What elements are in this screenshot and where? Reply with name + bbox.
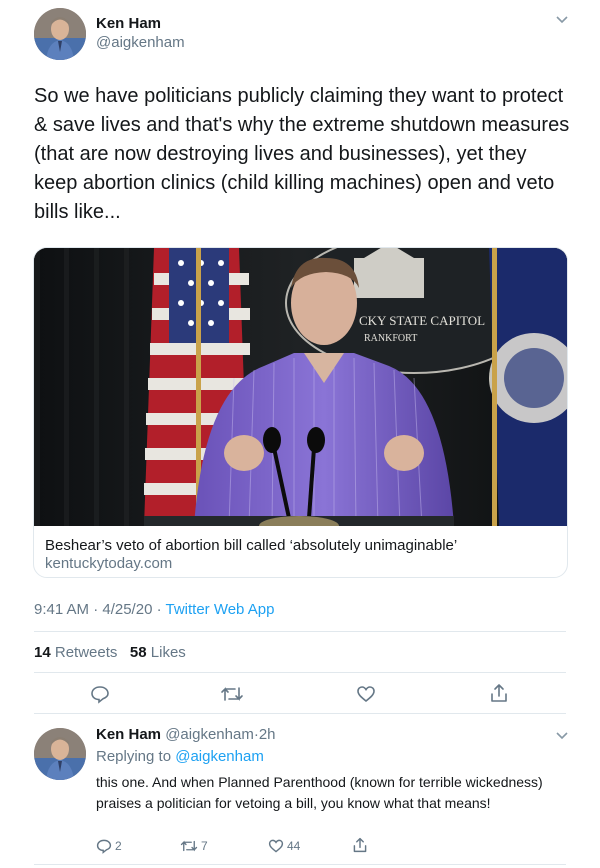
divider-4 xyxy=(34,864,566,865)
card-title: Beshear’s veto of abortion bill called ‘… xyxy=(45,537,458,554)
reply-chevron-down-icon[interactable] xyxy=(555,728,569,747)
reply-author-avatar[interactable] xyxy=(34,728,86,780)
divider-2 xyxy=(34,672,566,673)
card-image: CKY STATE CAPITOL RANKFORT xyxy=(34,248,567,526)
sign-text-2: RANKFORT xyxy=(364,333,417,344)
reply-icon[interactable] xyxy=(90,684,110,709)
likes-count[interactable]: 58 xyxy=(130,644,147,661)
author-name[interactable]: Ken Ham xyxy=(96,15,161,32)
reply-retweet-count: 7 xyxy=(201,839,208,853)
like-icon[interactable] xyxy=(356,684,376,709)
reply-reply-icon xyxy=(96,839,112,854)
replying-to: Replying to @aigkenham xyxy=(96,748,264,765)
reply-retweet-icon xyxy=(180,840,198,852)
sign-text-1: CKY STATE CAPITOL xyxy=(359,313,485,328)
reply-header: Ken Ham @aigkenham·2h xyxy=(96,726,276,743)
divider-3 xyxy=(34,713,566,714)
reply-author-handle[interactable]: @aigkenham xyxy=(165,726,254,743)
reply-author-name[interactable]: Ken Ham xyxy=(96,726,161,743)
reply-time[interactable]: 2h xyxy=(259,726,276,743)
reply-reply-count: 2 xyxy=(115,839,122,853)
link-card[interactable]: CKY STATE CAPITOL RANKFORT Beshear’s vet… xyxy=(33,247,568,578)
retweets-label[interactable]: Retweets xyxy=(55,644,118,661)
tweet-source-link[interactable]: Twitter Web App xyxy=(165,601,274,618)
retweets-count[interactable]: 14 xyxy=(34,644,51,661)
share-icon[interactable] xyxy=(489,682,509,709)
tweet-stats: 14 Retweets 58 Likes xyxy=(34,644,186,661)
author-handle[interactable]: @aigkenham xyxy=(96,34,185,51)
reply-retweet-action[interactable]: 7 xyxy=(180,838,208,854)
reply-like-count: 44 xyxy=(287,839,301,853)
card-domain: kentuckytoday.com xyxy=(45,555,173,572)
replying-to-label: Replying to xyxy=(96,748,172,765)
reply-reply-action[interactable]: 2 xyxy=(96,838,122,854)
reply-like-icon xyxy=(268,839,284,853)
likes-label[interactable]: Likes xyxy=(151,644,186,661)
author-avatar[interactable] xyxy=(34,8,86,60)
divider-1 xyxy=(34,631,566,632)
tweet-text: So we have politicians publicly claiming… xyxy=(34,85,570,223)
retweet-icon[interactable] xyxy=(220,684,244,709)
reply-share-icon[interactable] xyxy=(352,836,368,859)
tweet-timestamp: 9:41 AM · 4/25/20 · Twitter Web App xyxy=(34,601,274,618)
reply-like-action[interactable]: 44 xyxy=(268,838,300,854)
chevron-down-icon[interactable] xyxy=(555,12,569,31)
replying-to-handle[interactable]: @aigkenham xyxy=(175,748,264,765)
tweet-time: 9:41 AM · 4/25/20 · xyxy=(34,601,166,618)
reply-text: this one. And when Planned Parenthood (k… xyxy=(96,774,543,811)
